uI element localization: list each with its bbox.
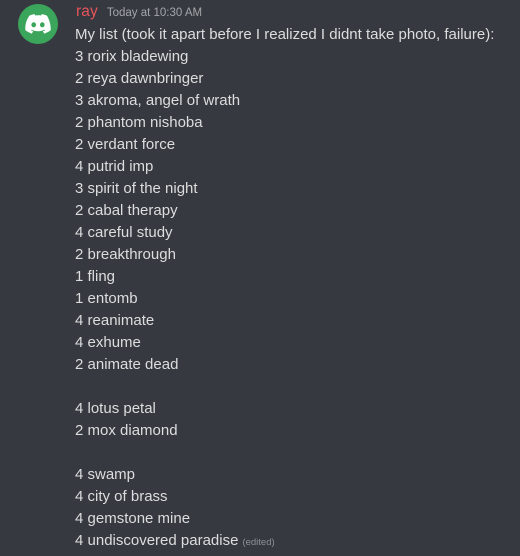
card-line: 3 spirit of the night	[75, 178, 515, 200]
card-line-text: 1 fling	[75, 268, 116, 285]
card-line: 4 careful study	[75, 222, 515, 244]
card-line-text: 4 swamp	[75, 466, 136, 483]
card-line: 3 rorix bladewing	[75, 46, 515, 68]
card-line: 3 akroma, angel of wrath	[75, 90, 515, 112]
card-line-text: 2 mox diamond	[75, 422, 178, 439]
card-line: 4 swamp	[75, 464, 515, 486]
card-line-text: 4 city of brass	[75, 488, 168, 505]
card-line-text: 4 putrid imp	[75, 158, 154, 175]
card-line-text: 1 entomb	[75, 290, 138, 307]
card-line: 4 putrid imp	[75, 156, 515, 178]
card-line-text: 3 rorix bladewing	[75, 48, 189, 65]
timestamp[interactable]: Today at 10:30 AM	[107, 7, 202, 19]
message-intro: My list (took it apart before I realized…	[75, 26, 495, 43]
card-line-text: 3 akroma, angel of wrath	[75, 92, 241, 109]
card-line-text: 2 verdant force	[75, 136, 176, 153]
discord-logo-icon	[25, 14, 51, 34]
card-line-text: 2 animate dead	[75, 356, 179, 373]
card-line: 4 city of brass	[75, 486, 515, 508]
card-line-text: 4 lotus petal	[75, 400, 156, 417]
card-line: 1 fling	[75, 266, 515, 288]
message-content: My list (took it apart before I realized…	[75, 24, 515, 552]
card-line: 4 lotus petal	[75, 398, 515, 420]
card-line-text: 3 spirit of the night	[75, 180, 198, 197]
card-line: 2 animate dead	[75, 354, 515, 376]
card-line-text: 4 reanimate	[75, 312, 155, 329]
card-line: 4 reanimate	[75, 310, 515, 332]
edited-label: (edited)	[242, 537, 275, 548]
card-line: 4 gemstone mine	[75, 508, 515, 530]
card-line: 4 undiscovered paradise (edited)	[75, 530, 515, 552]
card-line: 2 mox diamond	[75, 420, 515, 442]
avatar[interactable]	[18, 4, 58, 44]
card-line-text: 4 gemstone mine	[75, 510, 191, 527]
card-line-text: 2 breakthrough	[75, 246, 176, 263]
card-list: 3 rorix bladewing 2 reya dawnbringer 3 akr…	[75, 46, 515, 552]
card-line: 2 phantom nishoba	[75, 112, 515, 134]
card-line-text: 2 cabal therapy	[75, 202, 178, 219]
chat-message: ray Today at 10:30 AM My list (took it a…	[0, 0, 520, 556]
username[interactable]: ray	[76, 3, 98, 21]
card-line: 2 verdant force	[75, 134, 515, 156]
card-line: 1 entomb	[75, 288, 515, 310]
card-line: 4 exhume	[75, 332, 515, 354]
card-line-text: 4 careful study	[75, 224, 173, 241]
card-line: 2 breakthrough	[75, 244, 515, 266]
card-line: 2 reya dawnbringer	[75, 68, 515, 90]
card-line-text: 2 phantom nishoba	[75, 114, 203, 131]
message-header: ray Today at 10:30 AM	[76, 3, 202, 25]
card-line-text: 4 undiscovered paradise	[75, 532, 239, 549]
card-line-text: 2 reya dawnbringer	[75, 70, 204, 87]
card-line: 2 cabal therapy	[75, 200, 515, 222]
card-line-text: 4 exhume	[75, 334, 141, 351]
